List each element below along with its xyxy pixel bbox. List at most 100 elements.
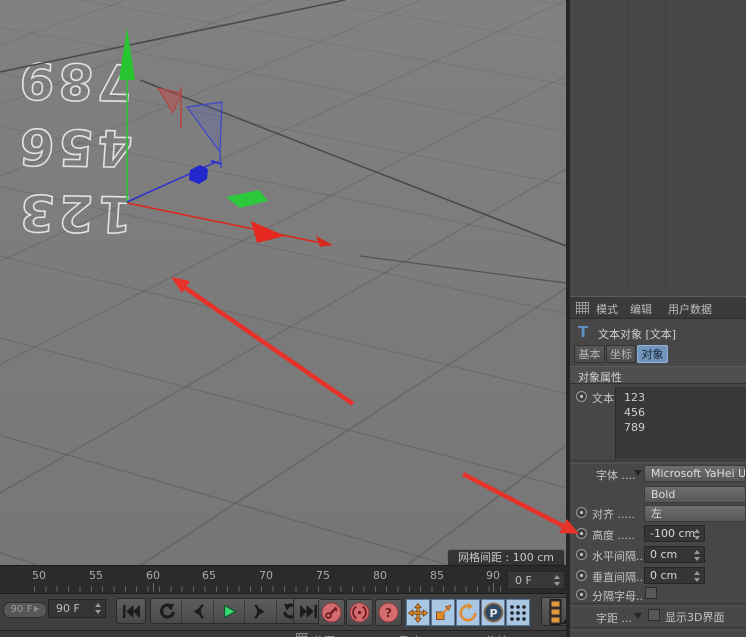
y-axis-arrow-icon[interactable] <box>119 28 135 80</box>
z-axis-cone-icon[interactable] <box>189 165 208 184</box>
panel-column-divider <box>665 0 666 291</box>
anim-dot-vgap[interactable] <box>576 570 587 581</box>
row-divider <box>570 460 746 464</box>
autokey-button[interactable] <box>346 599 373 626</box>
blue-handle-flag-icon[interactable] <box>185 101 223 154</box>
section-object-properties[interactable]: 对象属性 <box>570 366 746 384</box>
play-icon <box>223 603 237 619</box>
key-pla-toggle[interactable] <box>506 599 530 626</box>
previous-frame-button[interactable] <box>182 599 214 623</box>
range-end-marker[interactable]: 90 F <box>3 602 47 618</box>
key-position-toggle[interactable] <box>406 599 430 626</box>
panel-column-divider <box>627 0 628 291</box>
previous-key-icon <box>160 603 176 619</box>
previous-key-button[interactable] <box>151 599 183 623</box>
x-axis-line[interactable] <box>126 202 332 246</box>
play-button[interactable] <box>214 599 246 623</box>
spinner-icon[interactable] <box>553 574 562 587</box>
next-frame-icon <box>254 603 265 619</box>
panel-grip-icon[interactable] <box>296 633 308 637</box>
font-flyout-icon[interactable] <box>634 470 642 476</box>
menu-edit[interactable]: 编辑 <box>630 301 652 317</box>
font-label: 字体 .... <box>596 469 636 482</box>
show3d-checkbox[interactable] <box>648 609 660 621</box>
section-title: 对象属性 <box>578 371 622 384</box>
keyframe-help-button[interactable]: ? <box>375 599 402 626</box>
key-parameter-toggle[interactable]: P <box>481 599 505 626</box>
spinner-icon[interactable] <box>693 570 702 583</box>
question-icon: ? <box>378 602 399 623</box>
height-field[interactable]: -100 cm <box>644 525 705 542</box>
vgap-field[interactable]: 0 cm <box>644 567 705 584</box>
goto-end-icon <box>299 604 317 618</box>
row-divider <box>570 627 746 631</box>
coord-rotation-label: 旋转 <box>486 633 508 637</box>
animation-toolbar: 90 F 90 F ? P <box>0 593 570 631</box>
green-cone-icon[interactable] <box>226 190 268 208</box>
ruler-tick-label: 65 <box>202 569 216 582</box>
separate-checkbox[interactable] <box>645 587 657 599</box>
align-dropdown[interactable]: 左 <box>644 505 746 522</box>
vgap-label: 垂直间隔.. <box>592 571 643 584</box>
scale-icon <box>435 604 452 620</box>
ruler-minor-ticks <box>34 586 504 592</box>
anim-dot-hgap[interactable] <box>576 549 587 560</box>
current-frame-field[interactable]: 0 F <box>507 571 565 589</box>
blue-handle-stem[interactable] <box>219 151 222 169</box>
ruler-tick-label: 50 <box>32 569 46 582</box>
record-key-icon <box>321 602 342 623</box>
goto-start-button[interactable] <box>116 598 146 624</box>
ruler-tick-label: 60 <box>146 569 160 582</box>
spinner-icon[interactable] <box>693 528 702 541</box>
ruler-tick-label: 80 <box>373 569 387 582</box>
attribute-manager-panel: 模式 编辑 用户数据 T 文本对象 [文本] 基本 坐标 对象 对象属性 文本 … <box>570 0 746 637</box>
text-content-input[interactable]: 123 456 789 <box>615 387 746 459</box>
anim-dot-height[interactable] <box>576 528 587 539</box>
x-axis-cone-icon[interactable] <box>251 221 285 243</box>
x-axis-arrow-icon[interactable] <box>316 236 333 247</box>
ruler-major-tick <box>493 583 494 592</box>
timeline-ruler[interactable]: 50 55 60 65 70 75 80 85 90 0 F <box>0 565 570 594</box>
text-object-icon: T <box>578 323 589 341</box>
ruler-tick-label: 75 <box>316 569 330 582</box>
tab-object[interactable]: 对象 <box>637 345 668 363</box>
end-frame-field[interactable]: 90 F <box>48 599 106 618</box>
timeline-flyout-button[interactable] <box>541 597 569 626</box>
menu-mode[interactable]: 模式 <box>596 301 618 317</box>
menu-userdata[interactable]: 用户数据 <box>668 301 712 317</box>
red-handle-flag-icon[interactable] <box>156 87 182 115</box>
key-rotation-toggle[interactable] <box>456 599 480 626</box>
panel-grip-icon[interactable] <box>576 302 589 314</box>
anim-dot-align[interactable] <box>576 507 587 518</box>
svg-text:?: ? <box>385 606 392 620</box>
kerning-flyout-icon[interactable] <box>634 613 642 619</box>
point-level-animation-icon <box>510 604 526 621</box>
film-strip-icon <box>549 598 561 625</box>
align-label: 对齐 ..... <box>592 508 635 521</box>
ruler-tick-label: 85 <box>430 569 444 582</box>
end-frame-value: 90 F <box>56 602 80 615</box>
key-scale-toggle[interactable] <box>431 599 455 626</box>
spinner-icon[interactable] <box>693 549 702 562</box>
font-family-dropdown[interactable]: Microsoft YaHei UI <box>644 465 746 482</box>
font-style-dropdown[interactable]: Bold <box>644 486 746 503</box>
parameter-icon: P <box>483 602 503 623</box>
coord-size-label: 尺寸 <box>398 633 420 637</box>
axis-gizmo-overlay <box>0 0 566 284</box>
ruler-major-tick <box>153 583 154 592</box>
tab-coordinates[interactable]: 坐标 <box>606 345 636 363</box>
anim-dot-text[interactable] <box>576 391 587 402</box>
playback-button-group <box>150 598 308 624</box>
anim-dot-separate[interactable] <box>576 589 587 600</box>
height-value: -100 cm <box>650 527 696 540</box>
hgap-field[interactable]: 0 cm <box>644 546 705 563</box>
ruler-tick-label: 70 <box>259 569 273 582</box>
tab-basic[interactable]: 基本 <box>574 345 605 363</box>
next-frame-button[interactable] <box>245 599 277 623</box>
spinner-icon[interactable] <box>94 602 103 615</box>
hgap-value: 0 cm <box>650 548 678 561</box>
ruler-tick-label: 90 <box>486 569 500 582</box>
record-keyframe-button[interactable] <box>318 599 345 626</box>
viewport-3d[interactable]: 789 456 123 网格间距: 100 cm <box>0 0 566 565</box>
range-arrow-icon <box>34 606 40 612</box>
